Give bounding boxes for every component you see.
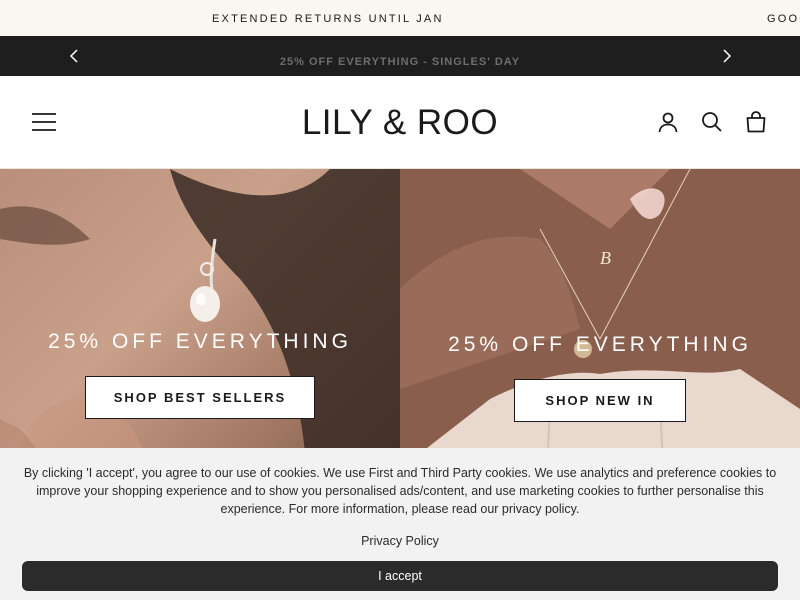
hero-headline: 25% OFF EVERYTHING (48, 330, 352, 353)
accept-cookies-button[interactable]: I accept (22, 561, 778, 591)
ticker-bar: EXTENDED RETURNS UNTIL JAN GOOG (0, 0, 800, 36)
announcement-bar: 25% OFF EVERYTHING - SINGLES' DAY (0, 36, 800, 76)
cart-button[interactable] (744, 110, 768, 134)
shopping-bag-icon (746, 111, 766, 133)
announcement-next-button[interactable] (717, 46, 737, 66)
cookie-notice-text: By clicking 'I accept', you agree to our… (23, 466, 777, 516)
search-button[interactable] (700, 110, 724, 134)
ticker-item: EXTENDED RETURNS UNTIL JAN (212, 13, 444, 25)
cookie-banner: By clicking 'I accept', you agree to our… (0, 448, 800, 600)
search-icon (702, 112, 722, 132)
account-icon (658, 112, 678, 133)
chevron-right-icon (723, 49, 732, 63)
site-header: LILY & ROO (0, 76, 800, 169)
svg-text:B: B (600, 248, 611, 268)
site-logo[interactable]: LILY & ROO (0, 103, 800, 143)
privacy-policy-link[interactable]: Privacy Policy (0, 534, 800, 548)
shop-best-sellers-button[interactable]: SHOP BEST SELLERS (85, 376, 315, 419)
account-button[interactable] (656, 110, 680, 134)
announcement-message[interactable]: 25% OFF EVERYTHING - SINGLES' DAY (0, 56, 800, 68)
hero-headline: 25% OFF EVERYTHING (448, 333, 752, 356)
shop-new-in-button[interactable]: SHOP NEW IN (514, 379, 686, 422)
ticker-item: GOOG (767, 13, 800, 25)
